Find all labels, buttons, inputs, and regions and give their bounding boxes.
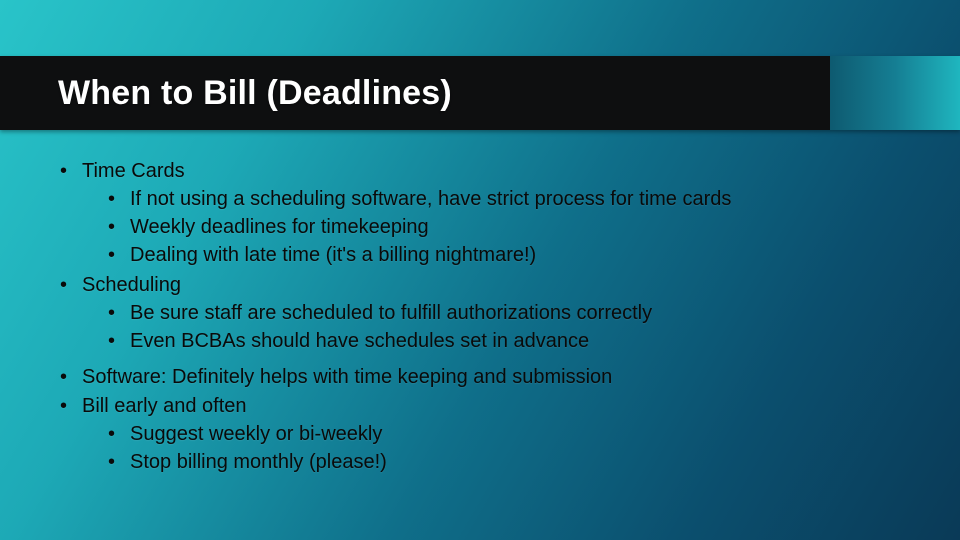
list-item: Time Cards If not using a scheduling sof… bbox=[58, 158, 920, 269]
bullet-text: Weekly deadlines for timekeeping bbox=[130, 216, 429, 238]
bullet-text: Dealing with late time (it's a billing n… bbox=[130, 244, 536, 266]
list-item: Be sure staff are scheduled to fulfill a… bbox=[108, 300, 920, 327]
list-item: Software: Definitely helps with time kee… bbox=[58, 364, 920, 391]
bullet-text: Scheduling bbox=[82, 274, 181, 296]
slide-title: When to Bill (Deadlines) bbox=[58, 74, 452, 113]
slide: When to Bill (Deadlines) Time Cards If n… bbox=[0, 0, 960, 540]
bullet-text: Bill early and often bbox=[82, 395, 247, 417]
list-item: If not using a scheduling software, have… bbox=[108, 186, 920, 213]
list-item: Suggest weekly or bi-weekly bbox=[108, 421, 920, 448]
bullet-text: Even BCBAs should have schedules set in … bbox=[130, 330, 589, 352]
sub-list: Suggest weekly or bi-weekly Stop billing… bbox=[82, 421, 920, 476]
list-item: Scheduling Be sure staff are scheduled t… bbox=[58, 272, 920, 355]
bullet-text: If not using a scheduling software, have… bbox=[130, 188, 731, 210]
bullet-text: Be sure staff are scheduled to fulfill a… bbox=[130, 302, 652, 324]
bullet-text: Suggest weekly or bi-weekly bbox=[130, 423, 382, 445]
bullet-text: Software: Definitely helps with time kee… bbox=[82, 366, 612, 388]
title-bar: When to Bill (Deadlines) bbox=[0, 56, 960, 130]
bullet-text: Stop billing monthly (please!) bbox=[130, 451, 387, 473]
bullet-text: Time Cards bbox=[82, 160, 185, 182]
list-item: Dealing with late time (it's a billing n… bbox=[108, 242, 920, 269]
list-item: Even BCBAs should have schedules set in … bbox=[108, 328, 920, 355]
list-item: Bill early and often Suggest weekly or b… bbox=[58, 393, 920, 476]
slide-body: Time Cards If not using a scheduling sof… bbox=[58, 158, 920, 479]
sub-list: If not using a scheduling software, have… bbox=[82, 186, 920, 269]
list-item: Weekly deadlines for timekeeping bbox=[108, 214, 920, 241]
list-item: Stop billing monthly (please!) bbox=[108, 449, 920, 476]
bullet-list: Time Cards If not using a scheduling sof… bbox=[58, 158, 920, 476]
sub-list: Be sure staff are scheduled to fulfill a… bbox=[82, 300, 920, 355]
title-accent bbox=[830, 56, 960, 130]
